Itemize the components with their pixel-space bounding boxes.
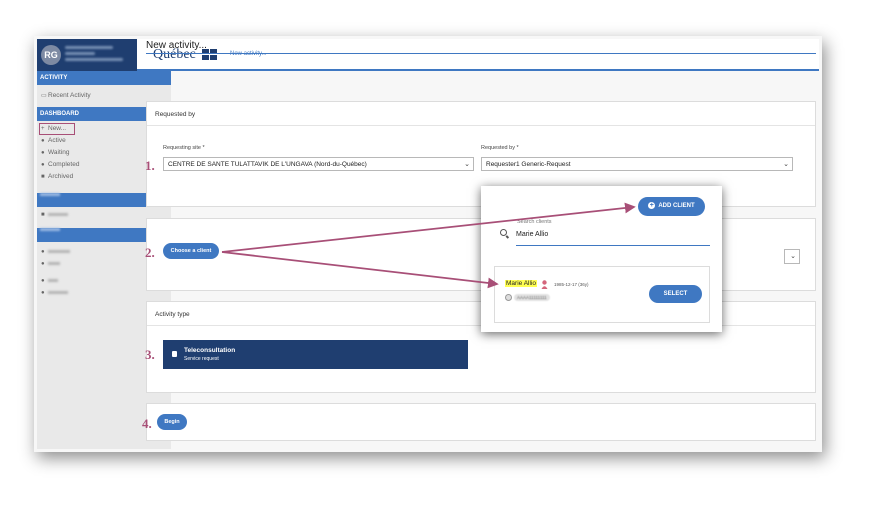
arrow-to-add-client: [221, 202, 636, 253]
annotation-arrows: [221, 202, 636, 289]
arrow-to-client-result: [221, 251, 499, 289]
